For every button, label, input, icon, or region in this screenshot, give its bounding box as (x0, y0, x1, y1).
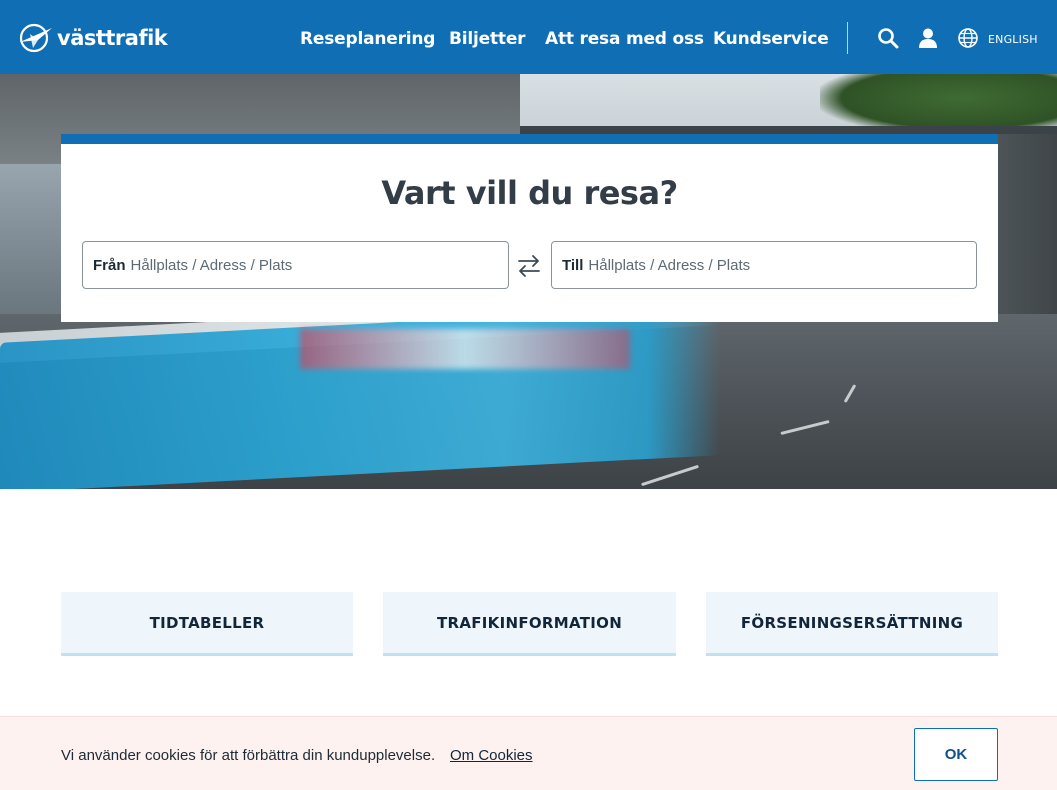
vasttrafik-logo[interactable]: västtrafik (18, 22, 168, 54)
nav-biljetter[interactable]: Biljetter (449, 29, 526, 49)
user-icon[interactable] (917, 27, 939, 49)
logo-icon (19, 23, 52, 53)
search-title: Vart vill du resa? (381, 174, 678, 212)
globe-icon[interactable] (957, 27, 979, 49)
from-label: Från (93, 256, 126, 274)
hero-trees (820, 74, 1057, 134)
trip-search-card: Vart vill du resa? Från Till (61, 134, 998, 322)
language-switch-label[interactable]: ENGLISH (988, 33, 1038, 46)
to-field[interactable]: Till (551, 241, 977, 289)
search-icon[interactable] (877, 27, 899, 49)
tile-forseningsersattning[interactable]: FÖRSENINGSERSÄTTNING (706, 592, 998, 656)
nav-att-resa-med-oss[interactable]: Att resa med oss (545, 29, 704, 49)
nav-reseplanering[interactable]: Reseplanering (300, 29, 435, 49)
logo-text: västtrafik (57, 26, 168, 50)
tile-tidtabeller[interactable]: TIDTABELLER (61, 592, 353, 656)
from-input[interactable] (130, 256, 491, 274)
tile-trafikinformation[interactable]: TRAFIKINFORMATION (383, 592, 676, 656)
cookie-text: Vi använder cookies för att förbättra di… (61, 747, 436, 764)
cookie-ok-button[interactable]: OK (914, 728, 998, 781)
nav-kundservice[interactable]: Kundservice (713, 29, 829, 49)
to-label: Till (562, 256, 584, 274)
cookie-info-link[interactable]: Om Cookies (450, 747, 533, 764)
to-input[interactable] (588, 256, 949, 274)
hero-tram-ad (300, 329, 630, 369)
cookie-banner: Vi använder cookies för att förbättra di… (0, 716, 1057, 790)
swap-arrows-icon[interactable] (514, 251, 544, 281)
nav-divider (847, 22, 848, 54)
site-header: västtrafik Reseplanering Biljetter Att r… (0, 0, 1057, 74)
from-field[interactable]: Från (82, 241, 509, 289)
